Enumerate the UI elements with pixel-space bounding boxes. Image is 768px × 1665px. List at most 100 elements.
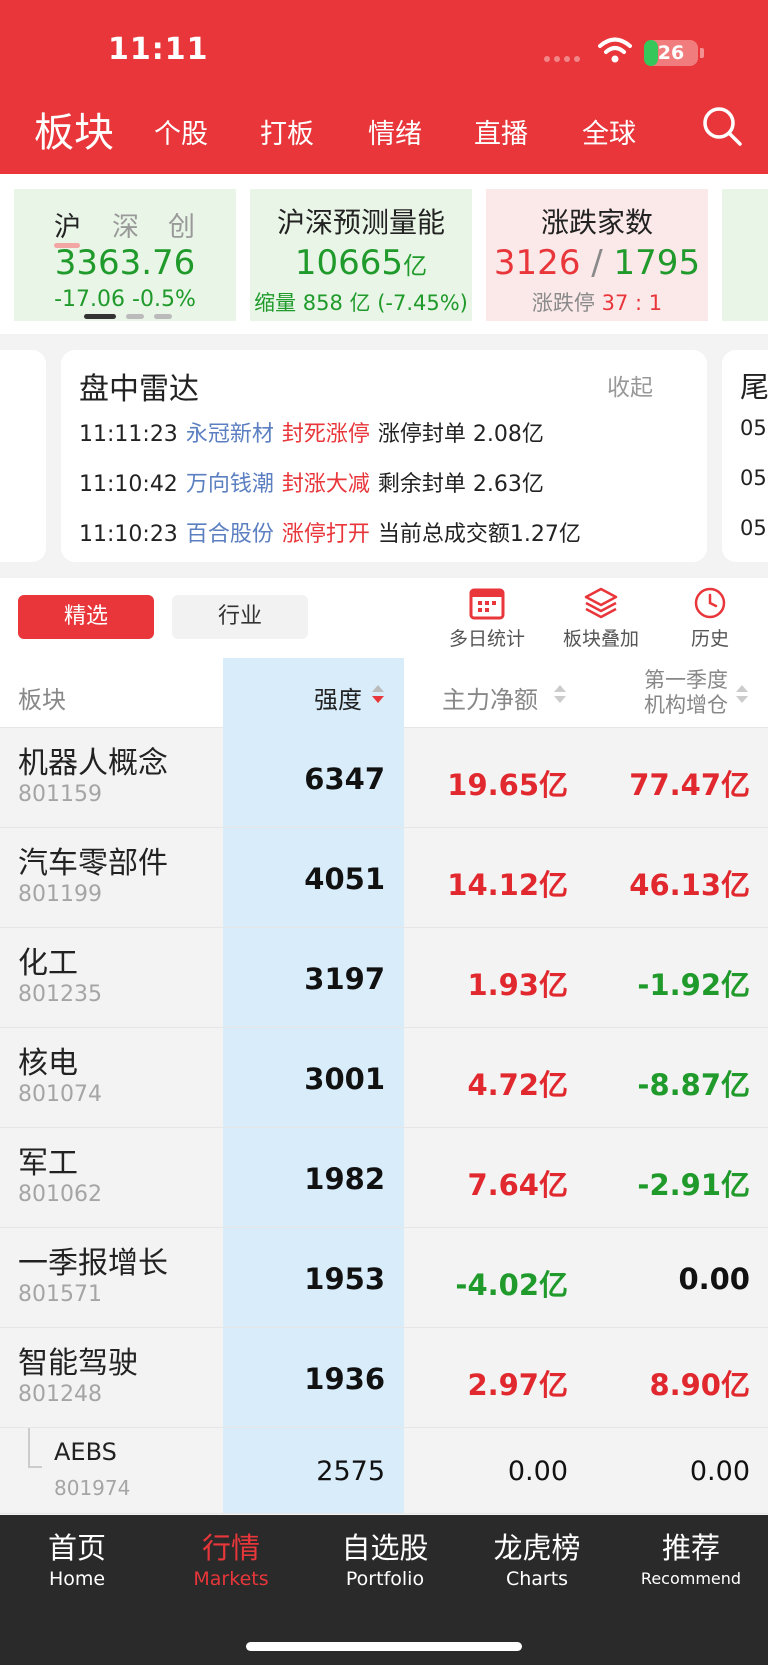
sort-neutral-icon[interactable] <box>552 682 568 706</box>
sector-inst-increase: 8.90亿 <box>649 1368 750 1402</box>
prev-radar-card-peek[interactable] <box>0 350 46 562</box>
radar-item[interactable]: 11:11:23 永冠新材 封死涨停 涨停封单 2.08亿 <box>79 416 544 448</box>
table-row[interactable]: 机器人概念 801159 6347 19.65亿 77.47亿 <box>0 728 768 828</box>
radar-stock-link[interactable]: 永冠新材 <box>186 422 274 447</box>
sector-code: 801571 <box>18 1282 102 1307</box>
radar-time: 11:10:23 <box>79 522 178 547</box>
battery-cap <box>700 48 704 58</box>
multi-day-stats-label: 多日统计 <box>448 628 525 650</box>
next-radar-title: 尾 <box>740 370 768 404</box>
radar-collapse-button[interactable]: 收起 <box>607 368 653 402</box>
app-header: 11:11 26 板块 个股 打板 情绪 直播 全球 <box>0 0 768 174</box>
table-row[interactable]: 化工 801235 3197 1.93亿 -1.92亿 <box>0 928 768 1028</box>
sector-net-flow: 19.65亿 <box>447 768 568 802</box>
tabbar-home-label-zh: 首页 <box>47 1531 106 1565</box>
volume-change: 缩量 858 亿 (-7.45%) <box>254 291 468 315</box>
limit-value: 37 : 1 <box>601 291 663 315</box>
limit-label: 涨跌停 <box>531 291 595 315</box>
radar-stock-link[interactable]: 百合股份 <box>186 522 274 547</box>
tabbar-charts[interactable]: 龙虎榜 Charts <box>460 1529 614 1591</box>
next-radar-row: 05 <box>740 416 767 440</box>
tabbar-home[interactable]: 首页 Home <box>0 1529 154 1591</box>
sector-net-flow: -4.02亿 <box>455 1268 568 1302</box>
tabbar-portfolio[interactable]: 自选股 Portfolio <box>308 1529 462 1591</box>
table-row[interactable]: 一季报增长 801571 1953 -4.02亿 0.00 <box>0 1228 768 1328</box>
sector-overlay-button[interactable]: 板块叠加 <box>546 586 656 651</box>
radar-item[interactable]: 11:10:42 万向钱潮 封涨大减 剩余封单 2.63亿 <box>79 466 544 498</box>
table-row[interactable]: 汽车零部件 801199 4051 14.12亿 46.13亿 <box>0 828 768 928</box>
layers-icon <box>584 587 618 619</box>
tab-live[interactable]: 直播 <box>474 112 528 151</box>
segment-featured[interactable]: 精选 <box>18 595 154 639</box>
sector-toolbar: 精选 行业 多日统计 板块叠加 历史 <box>0 578 768 660</box>
battery-icon: 26 <box>644 40 698 66</box>
calendar-grid-icon <box>469 588 505 620</box>
tab-stocks[interactable]: 个股 <box>154 112 208 151</box>
tabbar-markets-label-en: Markets <box>193 1568 269 1590</box>
table-row[interactable]: 核电 801074 3001 4.72亿 -8.87亿 <box>0 1028 768 1128</box>
multi-day-stats-button[interactable]: 多日统计 <box>432 586 542 651</box>
limit-up-down: 涨跌停 37 : 1 <box>486 287 708 317</box>
sort-desc-icon[interactable] <box>370 682 386 706</box>
index-card[interactable]: 沪 深 创 3363.76 -17.06 -0.5% <box>14 189 236 321</box>
advance-decline-separator: / <box>591 243 603 283</box>
battery-percent: 26 <box>657 42 685 64</box>
segment-industry[interactable]: 行业 <box>172 595 308 639</box>
page-title[interactable]: 板块 <box>34 100 114 158</box>
index-change-percent: -0.5% <box>132 287 196 312</box>
sector-net-flow: 1.93亿 <box>467 968 568 1002</box>
volume-card-title: 沪深预测量能 <box>276 206 445 239</box>
sub-sector-inst-increase: 0.00 <box>689 1456 750 1487</box>
index-change-points: -17.06 <box>54 287 126 312</box>
index-tab-sh[interactable]: 沪 <box>54 205 81 244</box>
radar-detail: 剩余封单 2.63亿 <box>377 472 544 497</box>
intraday-radar-card[interactable]: 盘中雷达 收起 11:11:23 永冠新材 封死涨停 涨停封单 2.08亿 11:10… <box>61 350 707 562</box>
tab-sentiment[interactable]: 情绪 <box>368 112 422 151</box>
table-subrow[interactable]: AEBS 801974 2575 0.00 0.00 <box>0 1428 768 1514</box>
sector-inst-increase: -2.91亿 <box>637 1168 750 1202</box>
header-strength[interactable]: 强度 <box>314 680 362 715</box>
sector-strength: 1936 <box>304 1362 385 1396</box>
next-radar-row: 05 <box>740 466 767 490</box>
table-row[interactable]: 智能驾驶 801248 1936 2.97亿 8.90亿 <box>0 1328 768 1428</box>
market-summary-cards: 沪 深 创 3363.76 -17.06 -0.5% 沪深预测量能 10665亿… <box>0 174 768 334</box>
radar-item[interactable]: 11:10:23 百合股份 涨停打开 当前总成交额1.27亿 <box>79 516 581 548</box>
tab-global[interactable]: 全球 <box>582 112 636 151</box>
table-row[interactable]: 军工 801062 1982 7.64亿 -2.91亿 <box>0 1128 768 1228</box>
tabbar-charts-label-zh: 龙虎榜 <box>493 1531 581 1565</box>
sector-net-flow: 7.64亿 <box>467 1168 568 1202</box>
history-button[interactable]: 历史 <box>655 586 765 651</box>
tab-limit-board[interactable]: 打板 <box>260 112 314 151</box>
tabbar-markets[interactable]: 行情 Markets <box>154 1529 308 1591</box>
sector-name: 智能驾驶 <box>18 1346 138 1381</box>
volume-value: 10665亿 <box>250 243 472 283</box>
sector-name: 机器人概念 <box>18 746 168 781</box>
sector-code: 801248 <box>18 1382 102 1407</box>
index-change: -17.06 -0.5% <box>14 287 236 312</box>
radar-event: 封涨大减 <box>281 472 370 497</box>
sector-inst-increase: 46.13亿 <box>629 868 750 902</box>
sector-strength: 1982 <box>304 1162 385 1196</box>
advance-decline-card[interactable]: 涨跌家数 3126 / 1795 涨跌停 37 : 1 <box>486 189 708 321</box>
status-time: 11:11 <box>108 32 209 67</box>
next-card-peek[interactable] <box>722 189 768 321</box>
sector-strength: 6347 <box>304 762 385 796</box>
index-tab-sz[interactable]: 深 <box>112 205 139 244</box>
home-indicator[interactable] <box>246 1642 522 1651</box>
header-q1-inst-increase[interactable]: 第一季度 机构增仓 <box>644 668 728 718</box>
header-q1-line: 第一季度 <box>644 668 728 692</box>
header-main-net-flow[interactable]: 主力净额 <box>442 680 538 715</box>
next-radar-card-peek[interactable]: 尾 05 05 05 <box>722 350 768 562</box>
sort-neutral-icon[interactable] <box>734 682 750 706</box>
breadth-card-title: 涨跌家数 <box>540 206 653 239</box>
index-tab-gem[interactable]: 创 <box>168 205 195 244</box>
radar-title: 盘中雷达 <box>79 372 199 407</box>
volume-unit: 亿 <box>403 252 428 280</box>
tabbar-home-label-en: Home <box>48 1568 106 1590</box>
tabbar-recommend[interactable]: 推荐 Recommend <box>614 1529 768 1591</box>
radar-stock-link[interactable]: 万向钱潮 <box>186 472 274 497</box>
card-page-indicator <box>84 314 172 319</box>
search-icon[interactable] <box>700 104 744 148</box>
tabbar-portfolio-label-en: Portfolio <box>345 1568 425 1590</box>
volume-forecast-card[interactable]: 沪深预测量能 10665亿 缩量 858 亿 (-7.45%) <box>250 189 472 321</box>
